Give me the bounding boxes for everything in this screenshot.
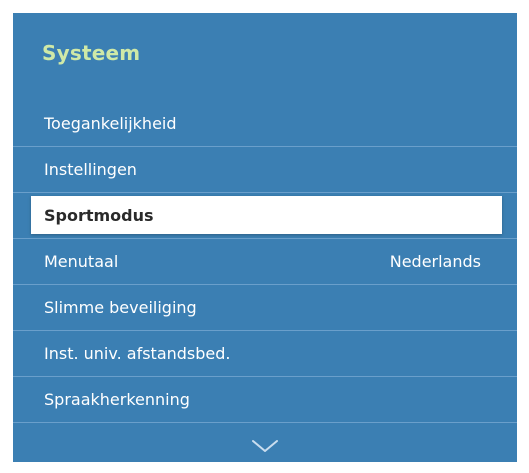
- menu-item-universele-afstandsbediening[interactable]: Inst. univ. afstandsbed.: [13, 331, 517, 377]
- menu-item-sportmodus[interactable]: Sportmodus: [13, 193, 517, 239]
- menu-item-label: Instellingen: [44, 160, 137, 179]
- menu-item-label: Spraakherkenning: [44, 390, 190, 409]
- menu-item-label: Menutaal: [44, 252, 119, 271]
- menu-item-slimme-beveiliging[interactable]: Slimme beveiliging: [13, 285, 517, 331]
- menu-item-value: Nederlands: [389, 252, 481, 271]
- menu-item-label: Inst. univ. afstandsbed.: [44, 344, 231, 363]
- menu-list: Toegankelijkheid Instellingen Sportmodus…: [13, 101, 517, 423]
- chevron-down-icon[interactable]: [251, 437, 279, 455]
- menu-item-label: Toegankelijkheid: [44, 114, 177, 133]
- screen-frame: Systeem Toegankelijkheid Instellingen Sp…: [0, 0, 529, 473]
- menu-item-menutaal[interactable]: Menutaal Nederlands: [13, 239, 517, 285]
- menu-item-toegankelijkheid[interactable]: Toegankelijkheid: [13, 101, 517, 147]
- menu-item-label: Sportmodus: [44, 206, 154, 225]
- menu-item-spraakherkenning[interactable]: Spraakherkenning: [13, 377, 517, 423]
- menu-item-instellingen[interactable]: Instellingen: [13, 147, 517, 193]
- menu-title: Systeem: [42, 41, 141, 65]
- system-menu-panel: Systeem Toegankelijkheid Instellingen Sp…: [13, 13, 517, 462]
- menu-item-label: Slimme beveiliging: [44, 298, 197, 317]
